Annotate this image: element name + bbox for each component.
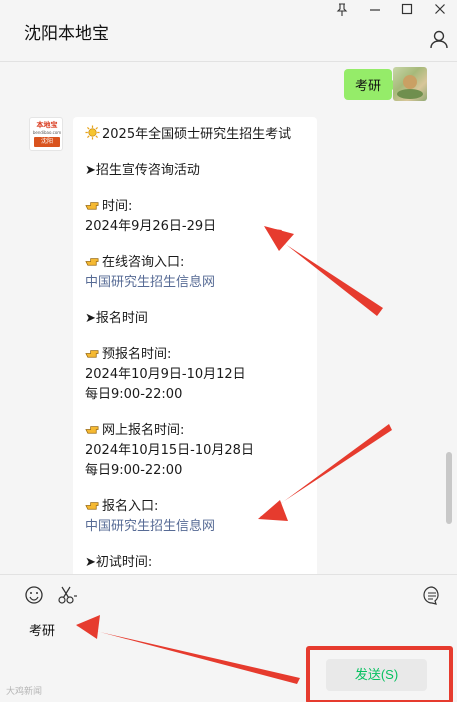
input-area: 考研 发送(S) 大鸡新闻 [0, 574, 457, 702]
pointing-hand-icon [85, 258, 99, 266]
minimize-icon[interactable] [364, 3, 386, 19]
online-consult-label: 在线咨询入口: [102, 255, 185, 270]
chat-history-icon[interactable] [422, 585, 444, 607]
emoji-icon[interactable] [24, 585, 46, 607]
time-label: 时间: [102, 199, 133, 214]
section-heading: ➤报名时间 [85, 311, 148, 326]
message-line: 2025年全国硕士研究生招生考试 [85, 125, 305, 145]
message-line: 时间: [85, 197, 305, 217]
watermark-text: 大鸡新闻 [6, 687, 43, 697]
pin-icon[interactable] [331, 3, 353, 20]
bot-avatar[interactable]: 本地宝 bendibao.com 沈阳 [29, 117, 63, 151]
message-input[interactable]: 考研 [29, 620, 55, 639]
logo-city: 沈阳 [34, 137, 60, 147]
chat-scrollbar[interactable] [446, 452, 452, 524]
message-line: 网上报名时间: [85, 421, 305, 441]
pointing-hand-icon [85, 350, 99, 358]
pre-registration-date: 2024年10月9日-10月12日 [85, 367, 246, 382]
pointing-hand-icon [85, 202, 99, 210]
pointing-hand-icon [85, 426, 99, 434]
close-icon[interactable] [429, 3, 451, 19]
pointing-hand-icon [85, 502, 99, 510]
registration-entry-link[interactable]: 中国研究生招生信息网 [85, 517, 305, 537]
online-registration-hours: 每日9:00-22:00 [85, 463, 183, 478]
message-line: 在线咨询入口: [85, 253, 305, 273]
pre-registration-hours: 每日9:00-22:00 [85, 387, 183, 402]
online-registration-label: 网上报名时间: [102, 423, 185, 438]
logo-subtext: bendibao.com [32, 130, 62, 135]
chat-title: 沈阳本地宝 [24, 24, 109, 44]
message-line: 预报名时间: [85, 345, 305, 365]
consult-entry-link[interactable]: 中国研究生招生信息网 [85, 273, 305, 293]
scissors-icon[interactable] [57, 585, 79, 607]
message-line: 报名入口: [85, 497, 305, 517]
sun-emoji-icon [85, 125, 100, 140]
user-avatar-icon[interactable] [393, 67, 427, 101]
pre-registration-label: 预报名时间: [102, 347, 172, 362]
registration-entry-label: 报名入口: [102, 499, 159, 514]
logo-text: 本地宝 [36, 121, 58, 129]
section-heading: ➤初试时间: [85, 555, 153, 570]
consult-date: 2024年9月26日-29日 [85, 219, 217, 234]
online-registration-date: 2024年10月15日-10月28日 [85, 443, 254, 458]
my-message-bubble[interactable]: 考研 [343, 69, 399, 100]
title-bar: 沈阳本地宝 [0, 0, 457, 62]
chat-area[interactable]: 考研 本地宝 bendibao.com 沈阳 2025年全国硕士研究生招生考试 … [0, 62, 457, 574]
exam-title-text: 2025年全国硕士研究生招生考试 [102, 127, 292, 142]
profile-icon[interactable] [429, 29, 449, 49]
maximize-icon[interactable] [396, 3, 418, 19]
bot-message-bubble[interactable]: 2025年全国硕士研究生招生考试 ➤招生宣传咨询活动 时间: 2024年9月26… [73, 117, 317, 574]
section-heading: ➤招生宣传咨询活动 [85, 163, 200, 178]
send-button[interactable]: 发送(S) [326, 659, 427, 691]
